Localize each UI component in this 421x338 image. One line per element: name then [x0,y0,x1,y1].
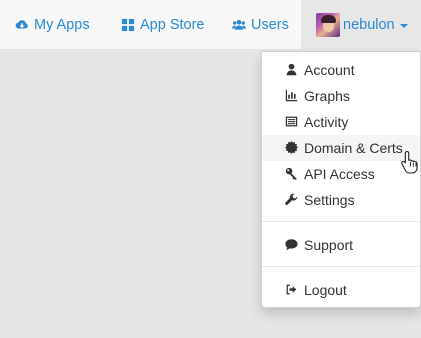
menu-item-support[interactable]: Support [262,232,420,258]
top-navbar: My Apps App Store Users nebulon [0,0,421,50]
menu-item-graphs[interactable]: Graphs [262,83,420,109]
list-icon [285,115,299,129]
menu-item-account[interactable]: Account [262,57,420,83]
users-icon [232,18,246,32]
sign-out-icon [285,283,299,297]
certificate-icon [285,141,299,155]
th-large-icon [121,18,135,32]
menu-item-label: Activity [304,114,349,130]
wrench-icon [285,193,299,207]
menu-item-label: API Access [304,166,375,182]
nav-app-store-label: App Store [140,17,205,33]
menu-item-label: Logout [304,282,347,298]
nav-my-apps[interactable]: My Apps [15,0,90,50]
menu-item-label: Account [304,62,355,78]
cloud-download-icon [15,18,29,32]
menu-item-label: Domain & Certs [304,140,403,156]
menu-item-settings[interactable]: Settings [262,187,420,213]
username-label: nebulon [343,17,395,33]
menu-item-label: Graphs [304,88,350,104]
nav-my-apps-label: My Apps [34,17,90,33]
avatar [316,13,340,37]
menu-item-api-access[interactable]: API Access [262,161,420,187]
menu-item-logout[interactable]: Logout [262,277,420,303]
key-icon [285,167,299,181]
menu-divider [262,266,420,267]
menu-item-domain-certs[interactable]: Domain & Certs [262,135,420,161]
menu-item-label: Settings [304,192,355,208]
caret-down-icon [399,24,408,28]
user-dropdown-menu: Account Graphs Activity Domain & Certs A… [261,51,421,308]
nav-app-store[interactable]: App Store [121,0,205,50]
hand-cursor-icon [401,150,418,174]
menu-divider [262,221,420,222]
nav-users[interactable]: Users [232,0,289,50]
nav-users-label: Users [251,17,289,33]
user-menu-toggle[interactable]: nebulon [301,0,421,50]
bar-chart-icon [285,89,299,103]
menu-item-label: Support [304,237,354,253]
comment-icon [285,238,299,252]
menu-item-activity[interactable]: Activity [262,109,420,135]
user-icon [285,63,299,77]
